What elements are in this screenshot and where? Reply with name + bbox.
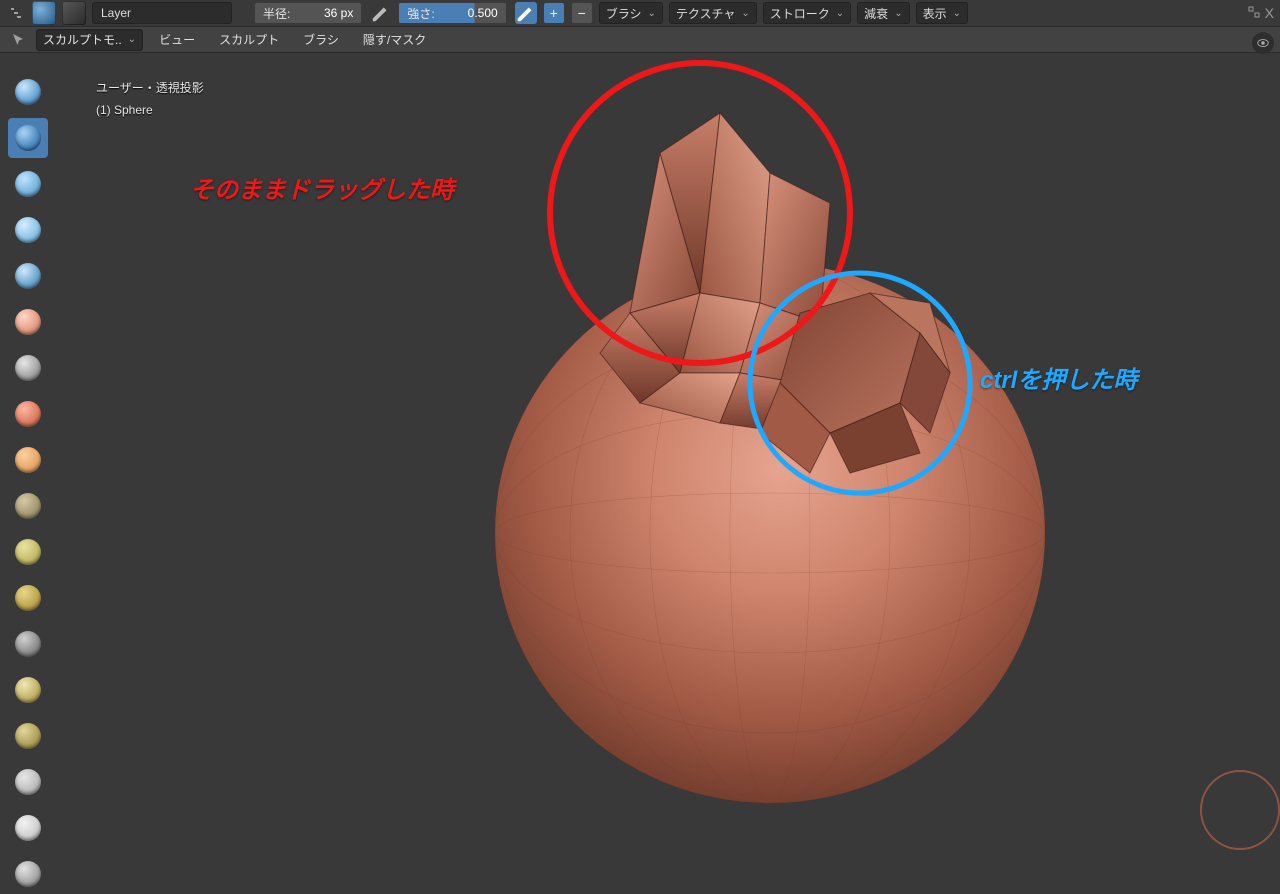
tool-icon [15, 355, 41, 381]
tool-smooth[interactable] [8, 440, 48, 480]
tool-clay[interactable] [8, 164, 48, 204]
tool-icon [15, 539, 41, 565]
tool-crease[interactable] [8, 394, 48, 434]
tool-pinch[interactable] [8, 624, 48, 664]
tool-icon [15, 79, 41, 105]
strength-pressure-icon[interactable] [515, 2, 537, 24]
tool-inflate[interactable] [8, 302, 48, 342]
tool-icon [15, 861, 41, 887]
tool-flatten[interactable] [8, 486, 48, 526]
menu-view[interactable]: ビュー [151, 29, 203, 51]
strength-field[interactable]: 強さ: 0.500 [398, 2, 506, 24]
brush-name-field[interactable]: Layer [92, 2, 232, 24]
tool-icon [15, 125, 41, 151]
radius-field[interactable]: 半径: 36 px [254, 2, 362, 24]
sub-header: スカルプトモ.. ビュー スカルプト ブラシ 隠す/マスク [0, 27, 1280, 53]
tool-icon [15, 815, 41, 841]
add-button[interactable]: + [543, 2, 565, 24]
display-dropdown[interactable]: 表示 [916, 2, 968, 24]
brush-preview-icon[interactable] [32, 1, 56, 25]
tool-icon [15, 447, 41, 473]
tool-snake-hook[interactable] [8, 762, 48, 802]
tool-icon [15, 309, 41, 335]
cursor-icon[interactable] [8, 30, 28, 50]
tool-icon [15, 677, 41, 703]
close-icon[interactable]: X [1265, 5, 1274, 21]
tool-icon [15, 631, 41, 657]
menu-sculpt[interactable]: スカルプト [211, 29, 287, 51]
options-icon[interactable] [6, 3, 26, 23]
strength-label: 強さ: [398, 2, 442, 24]
tool-draw[interactable] [8, 72, 48, 112]
tool-elastic[interactable] [8, 716, 48, 756]
menu-brush[interactable]: ブラシ [295, 29, 347, 51]
brush-dropdown[interactable]: ブラシ [599, 2, 663, 24]
tool-draw-sharp[interactable] [8, 118, 48, 158]
object-name-label: (1) Sphere [96, 100, 204, 122]
texture-preview-icon[interactable] [62, 1, 86, 25]
radius-pressure-icon[interactable] [370, 2, 392, 24]
annotation-red-text: そのままドラッグした時 [190, 170, 454, 205]
subtract-button[interactable]: − [571, 2, 593, 24]
menu-hide-mask[interactable]: 隠す/マスク [355, 29, 434, 51]
tool-icon [15, 493, 41, 519]
mode-dropdown[interactable]: スカルプトモ.. [36, 29, 143, 51]
tool-icon [15, 769, 41, 795]
tool-icon [15, 171, 41, 197]
viewport-overlay: ユーザー・透視投影 (1) Sphere [96, 78, 204, 121]
tool-fill[interactable] [8, 532, 48, 572]
tool-thumb[interactable] [8, 808, 48, 848]
visibility-icon[interactable] [1252, 32, 1274, 54]
tool-icon [15, 401, 41, 427]
stroke-dropdown[interactable]: ストローク [763, 2, 851, 24]
tool-icon [15, 263, 41, 289]
tool-icon [15, 585, 41, 611]
projection-label: ユーザー・透視投影 [96, 78, 204, 100]
tool-layer[interactable] [8, 256, 48, 296]
tool-grab[interactable] [8, 670, 48, 710]
top-header: Layer 半径: 36 px 強さ: 0.500 + − ブラシ テクスチャ … [0, 0, 1280, 27]
strength-value[interactable]: 0.500 [443, 2, 507, 24]
tool-blob[interactable] [8, 348, 48, 388]
tool-mask[interactable] [8, 854, 48, 894]
radius-label: 半径: [254, 2, 298, 24]
texture-dropdown[interactable]: テクスチャ [669, 2, 757, 24]
brush-cursor-icon [1200, 770, 1280, 850]
radius-value[interactable]: 36 px [298, 2, 362, 24]
falloff-dropdown[interactable]: 減衰 [857, 2, 909, 24]
tool-scrape[interactable] [8, 578, 48, 618]
maximize-icon[interactable] [1247, 5, 1261, 22]
tool-icon [15, 723, 41, 749]
annotation-blue-text: ctrlを押した時 [980, 360, 1137, 395]
tool-icon [15, 217, 41, 243]
toolbar [8, 72, 48, 894]
tool-clay-strips[interactable] [8, 210, 48, 250]
